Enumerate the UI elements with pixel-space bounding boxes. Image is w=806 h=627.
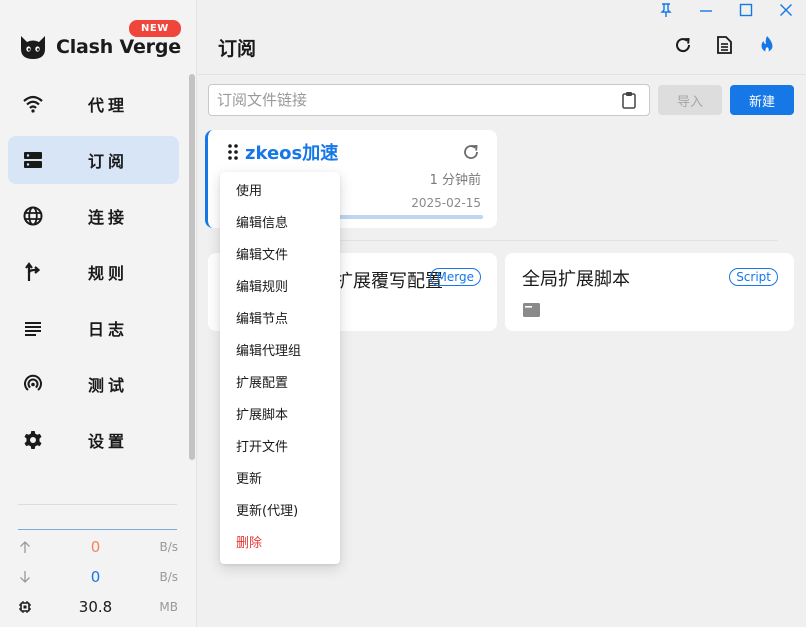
subscription-url-input[interactable]: [217, 91, 607, 109]
sidebar-item-label: 日志: [88, 320, 129, 339]
sidebar-item-profiles[interactable]: 订阅: [8, 136, 179, 184]
sidebar-item-rules[interactable]: 规则: [8, 248, 179, 296]
drag-handle-icon[interactable]: [228, 144, 238, 160]
sidebar-item-label: 设置: [88, 432, 129, 451]
sidebar-item-connections[interactable]: 连接: [8, 192, 179, 240]
sidebar-item-settings[interactable]: 设置: [8, 416, 179, 464]
header-divider: [198, 74, 806, 75]
merge-chip: Merge: [429, 268, 481, 286]
global-script-card[interactable]: 全局扩展脚本 Script: [505, 253, 794, 331]
close-icon[interactable]: [778, 2, 794, 18]
profile-context-menu: 使用 编辑信息 编辑文件 编辑规则 编辑节点 编辑代理组 扩展配置 扩展脚本 打…: [220, 172, 340, 564]
sidebar-item-label: 代理: [88, 96, 129, 115]
menu-item-update[interactable]: 更新: [220, 464, 340, 496]
radar-icon: [24, 374, 42, 391]
app-name: Clash Verge: [56, 36, 181, 58]
menu-item-extend-script[interactable]: 扩展脚本: [220, 400, 340, 432]
profile-updated-time: 1 分钟前: [429, 173, 481, 188]
menu-item-extend-config[interactable]: 扩展配置: [220, 368, 340, 400]
menu-item-update-proxy[interactable]: 更新(代理): [220, 496, 340, 528]
sidebar-item-proxies[interactable]: 代理: [8, 80, 179, 128]
traffic-graph-line: [18, 529, 177, 530]
memory-value: 30.8: [78, 598, 113, 616]
new-badge: NEW: [129, 20, 181, 37]
file-type-icon: [523, 303, 540, 317]
fire-icon[interactable]: [757, 35, 777, 55]
menu-item-edit-file[interactable]: 编辑文件: [220, 240, 340, 272]
download-speed: 0 B/s: [18, 568, 178, 588]
menu-item-edit-rules[interactable]: 编辑规则: [220, 272, 340, 304]
chip-icon: [19, 601, 31, 613]
list-icon: [25, 322, 41, 336]
download-unit: B/s: [159, 570, 178, 584]
sidebar-divider: [18, 504, 177, 505]
profile-date: 2025-02-15: [411, 196, 481, 210]
profile-refresh-icon[interactable]: [461, 142, 481, 162]
upload-unit: B/s: [159, 540, 178, 554]
download-value: 0: [90, 568, 101, 586]
cat-logo-icon: [21, 36, 45, 59]
script-chip: Script: [729, 268, 778, 286]
pin-icon[interactable]: [658, 2, 674, 18]
globe-icon: [23, 206, 43, 226]
sidebar-item-label: 连接: [88, 208, 129, 227]
subscription-url-field[interactable]: [208, 84, 650, 116]
gear-icon: [24, 431, 42, 449]
sidebar: Clash Verge NEW 代理 订阅 连接 规则 日志 测试 设置 0 B…: [0, 0, 197, 627]
minimize-icon[interactable]: [698, 2, 714, 18]
menu-item-edit-info[interactable]: 编辑信息: [220, 208, 340, 240]
sidebar-nav: 代理 订阅 连接 规则 日志 测试 设置: [8, 80, 179, 472]
clipboard-icon[interactable]: [621, 91, 637, 109]
sidebar-item-label: 规则: [88, 264, 129, 283]
menu-item-use[interactable]: 使用: [220, 176, 340, 208]
arrow-up-icon: [20, 541, 30, 553]
sidebar-item-label: 测试: [88, 376, 129, 395]
memory-usage: 30.8 MB: [18, 598, 178, 618]
script-card-title: 全局扩展脚本: [522, 269, 630, 290]
sidebar-scrollbar[interactable]: [189, 74, 195, 460]
upload-speed: 0 B/s: [18, 538, 178, 558]
arrow-down-icon: [20, 571, 30, 583]
memory-unit: MB: [159, 600, 178, 614]
refresh-icon[interactable]: [673, 35, 693, 55]
sidebar-item-test[interactable]: 测试: [8, 360, 179, 408]
menu-item-open-file[interactable]: 打开文件: [220, 432, 340, 464]
file-text-icon[interactable]: [714, 35, 734, 55]
maximize-icon[interactable]: [738, 2, 754, 18]
sidebar-item-label: 订阅: [88, 152, 129, 171]
wifi-icon: [23, 95, 43, 113]
menu-item-edit-nodes[interactable]: 编辑节点: [220, 304, 340, 336]
new-profile-button[interactable]: 新建: [730, 85, 794, 115]
sidebar-item-logs[interactable]: 日志: [8, 304, 179, 352]
menu-item-delete[interactable]: 删除: [220, 528, 340, 560]
profile-name: zkeos加速: [245, 143, 339, 164]
server-icon: [24, 152, 42, 168]
route-icon: [25, 262, 41, 281]
upload-value: 0: [90, 538, 101, 556]
page-title: 订阅: [218, 38, 257, 60]
import-button[interactable]: 导入: [658, 85, 722, 115]
menu-item-edit-proxy-groups[interactable]: 编辑代理组: [220, 336, 340, 368]
